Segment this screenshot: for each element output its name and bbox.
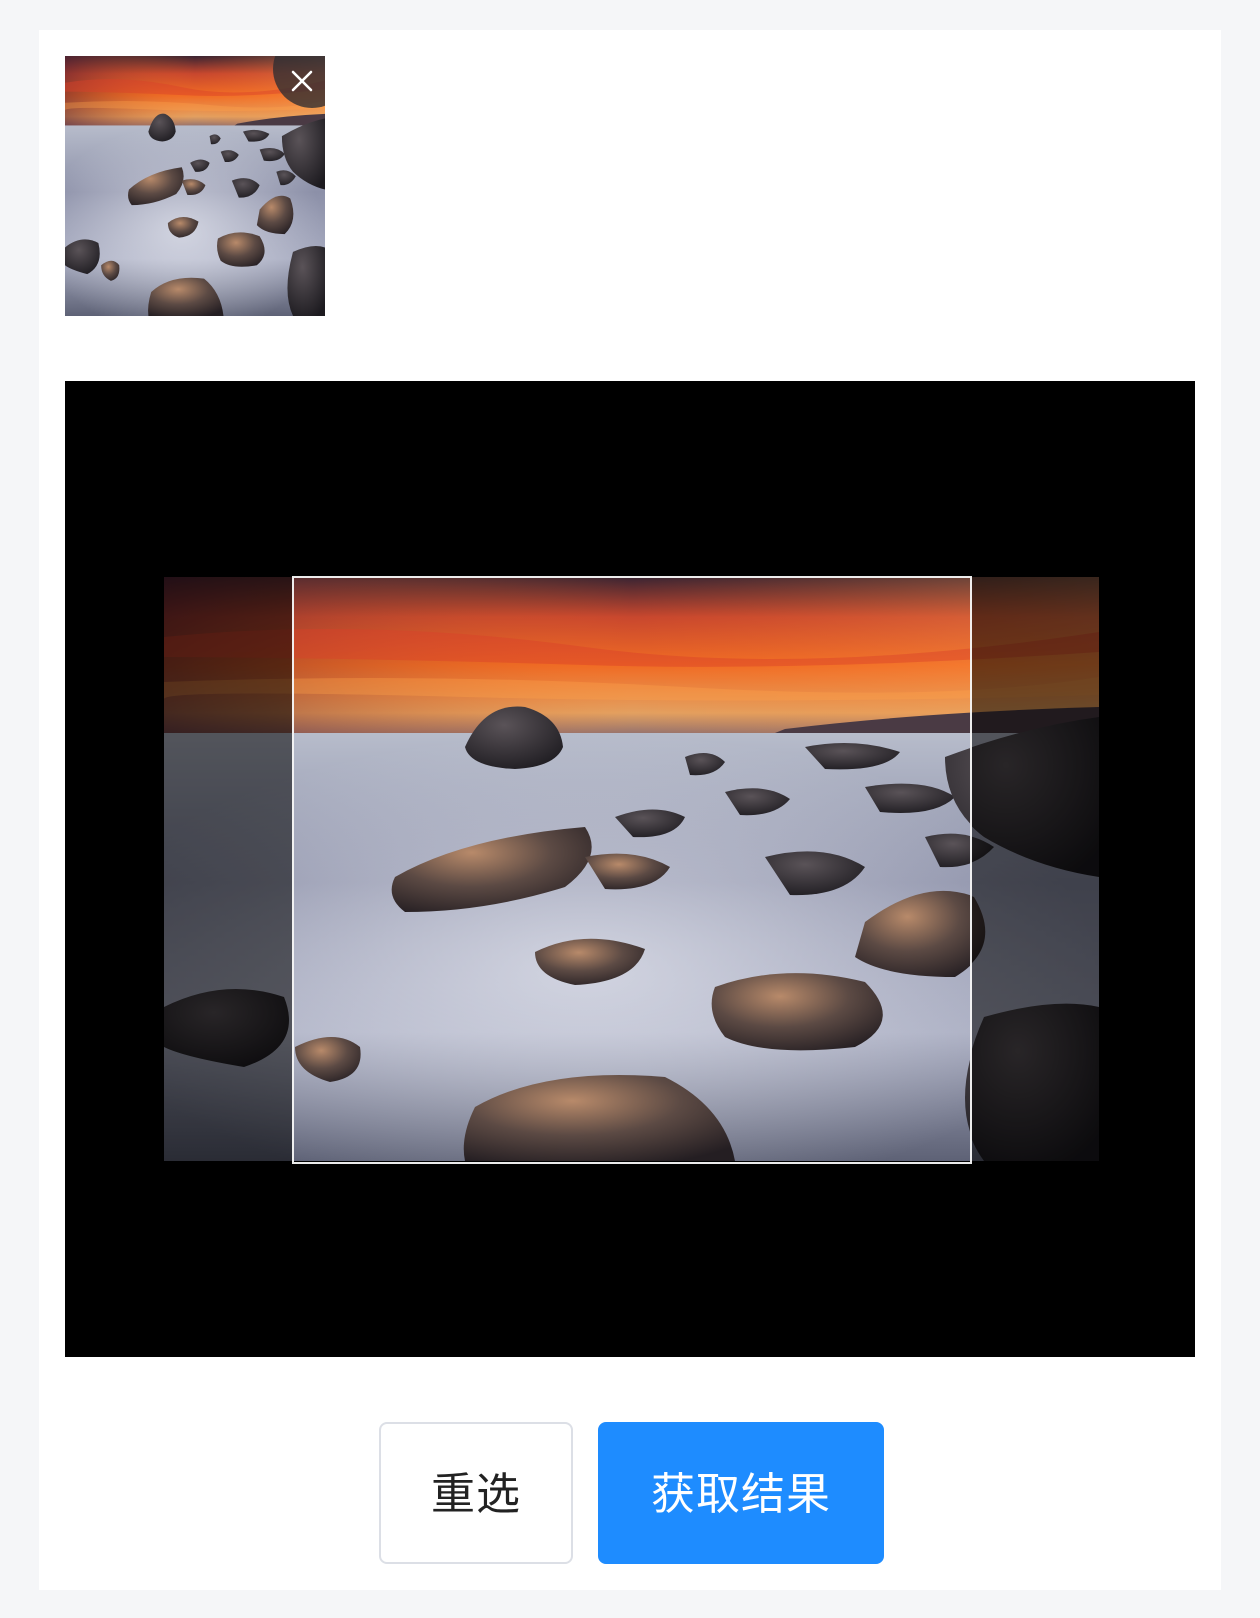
action-bar: 重选 获取结果 — [39, 1422, 1221, 1566]
close-icon — [291, 70, 313, 92]
get-result-button[interactable]: 获取结果 — [598, 1422, 884, 1564]
crop-area[interactable] — [65, 381, 1195, 1357]
uploaded-image-thumbnail[interactable] — [65, 56, 325, 316]
crop-selection-photo — [294, 578, 970, 1161]
image-cropper-card: 重选 获取结果 — [39, 30, 1221, 1590]
reselect-button[interactable]: 重选 — [379, 1422, 573, 1564]
crop-selection-box[interactable] — [292, 576, 972, 1164]
